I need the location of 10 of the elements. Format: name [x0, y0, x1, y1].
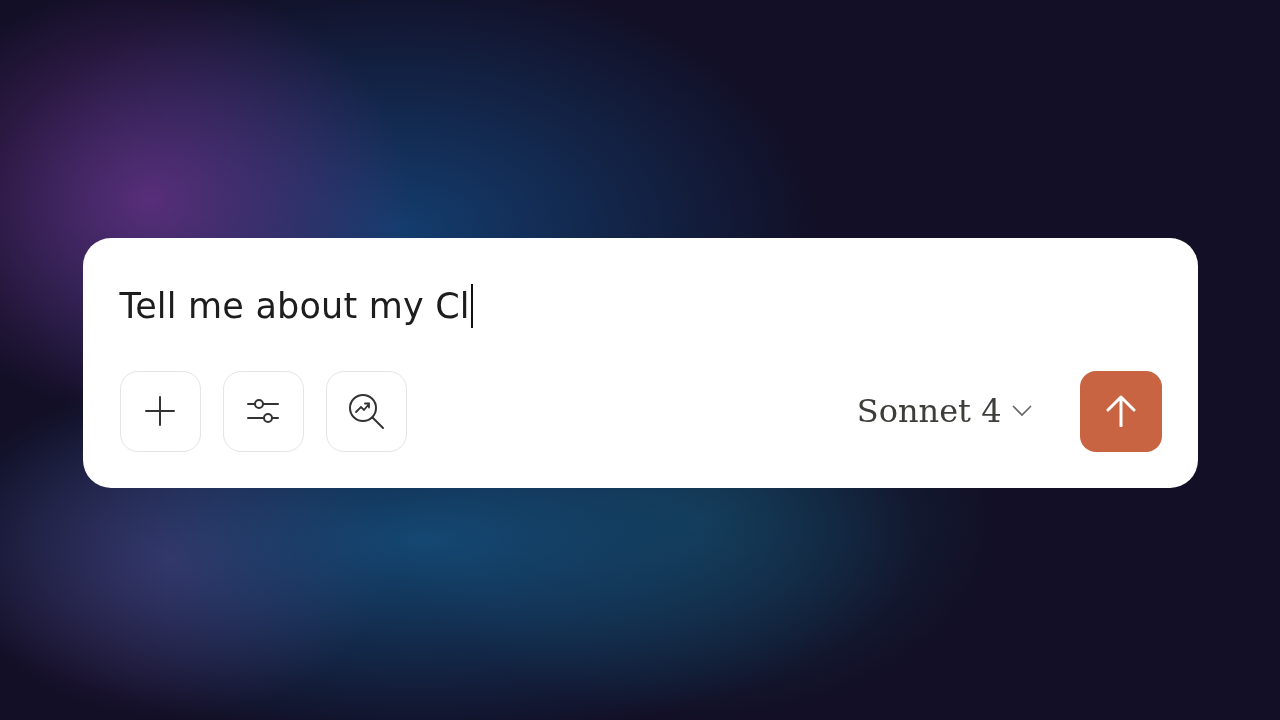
- chevron-down-icon: [1011, 405, 1032, 417]
- settings-button[interactable]: [222, 370, 304, 452]
- plus-icon: [144, 395, 176, 427]
- model-selector[interactable]: Sonnet 4: [852, 392, 1036, 430]
- research-button[interactable]: [325, 370, 407, 452]
- sliders-icon: [247, 397, 279, 425]
- send-button[interactable]: [1079, 370, 1162, 452]
- prompt-field[interactable]: Tell me about my Cl: [119, 277, 1162, 334]
- arrow-up-icon: [1105, 395, 1136, 427]
- search-trend-icon: [347, 392, 385, 430]
